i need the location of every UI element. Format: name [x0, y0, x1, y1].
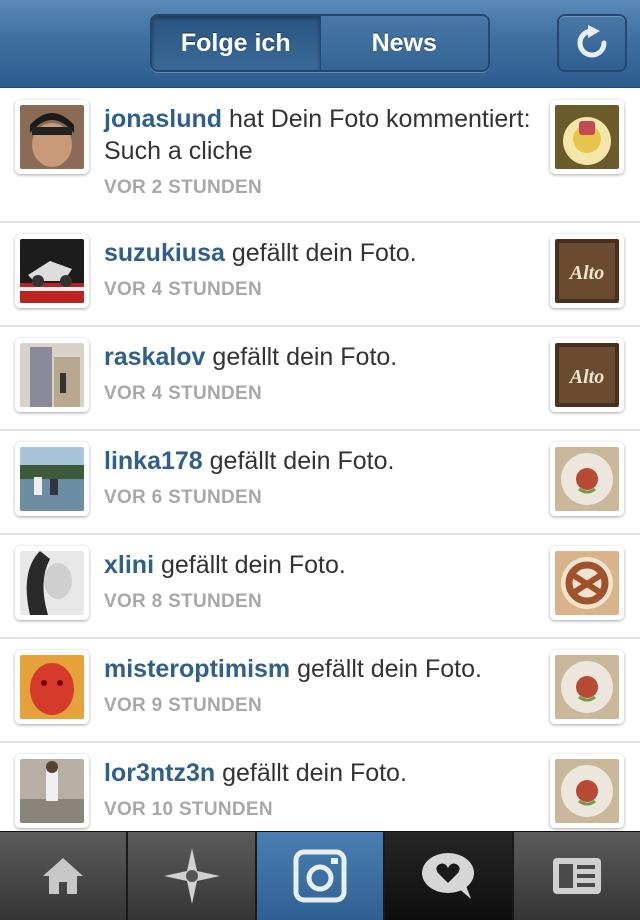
username-link[interactable]: xlini	[104, 551, 154, 579]
notification-text: misteroptimism gefällt dein Foto.	[104, 653, 534, 685]
username-link[interactable]: jonaslund	[104, 105, 222, 133]
plate-tomato-image	[555, 447, 619, 511]
notification-action: gefällt dein Foto.	[202, 447, 395, 475]
tab-explore[interactable]	[128, 832, 257, 920]
username-link[interactable]: misteroptimism	[104, 655, 290, 683]
avatar[interactable]	[15, 100, 89, 174]
tab-news[interactable]	[385, 832, 514, 920]
explore-icon	[163, 848, 220, 904]
notification-action: gefällt dein Foto.	[290, 655, 482, 683]
list-item[interactable]: misteroptimism gefällt dein Foto. VOR 9 …	[0, 639, 640, 743]
timestamp: VOR 8 STUNDEN	[104, 591, 263, 612]
header: Folge ich News	[0, 0, 640, 88]
alto-label: Alto	[568, 366, 604, 388]
avatar-linka178-image	[20, 447, 84, 511]
avatar-jonaslund-image	[20, 105, 84, 169]
camera-icon	[293, 849, 347, 903]
list-item[interactable]: linka178 gefällt dein Foto. VOR 6 STUNDE…	[0, 431, 640, 535]
list-item[interactable]: lor3ntz3n gefällt dein Foto. VOR 10 STUN…	[0, 743, 640, 831]
pretzel-image	[555, 551, 619, 615]
list-item[interactable]: jonaslund hat Dein Foto kommentiert: Suc…	[0, 89, 640, 223]
notification-action: gefällt dein Foto.	[224, 239, 417, 267]
tab-profile[interactable]	[513, 832, 640, 920]
alto-sign-image: Alto	[555, 343, 619, 407]
notification-action: gefällt dein Foto.	[154, 551, 346, 579]
alto-label: Alto	[568, 262, 604, 284]
refresh-icon	[577, 25, 607, 58]
photo-thumbnail[interactable]: Alto	[550, 338, 624, 412]
avatar[interactable]	[15, 442, 89, 516]
notification-text: lor3ntz3n gefällt dein Foto.	[104, 757, 534, 789]
timestamp: VOR 4 STUNDEN	[104, 383, 263, 404]
segment-news[interactable]: News	[319, 16, 488, 70]
segmented-control: Folge ich News	[150, 14, 490, 72]
timestamp: VOR 2 STUNDEN	[104, 177, 263, 198]
notification-text: linka178 gefällt dein Foto.	[104, 445, 534, 477]
notification-text: raskalov gefällt dein Foto.	[104, 341, 534, 373]
news-icon	[422, 853, 475, 899]
timestamp: VOR 4 STUNDEN	[104, 279, 263, 300]
list-item[interactable]: raskalov gefällt dein Foto. VOR 4 STUNDE…	[0, 327, 640, 431]
profile-icon	[552, 858, 601, 894]
timestamp: VOR 9 STUNDEN	[104, 695, 263, 716]
plate-tomato-image	[555, 759, 619, 823]
notification-action: gefällt dein Foto.	[205, 343, 398, 371]
timestamp: VOR 6 STUNDEN	[104, 487, 263, 508]
food-plate-image	[555, 105, 619, 169]
notification-action: gefällt dein Foto.	[215, 759, 407, 787]
tab-home[interactable]	[0, 832, 129, 920]
tab-camera[interactable]	[256, 832, 386, 920]
timestamp: VOR 10 STUNDEN	[104, 799, 273, 820]
avatar-xlini-image	[20, 551, 84, 615]
username-link[interactable]: suzukiusa	[104, 239, 225, 267]
list-item[interactable]: xlini gefällt dein Foto. VOR 8 STUNDEN	[0, 535, 640, 639]
news-feed: jonaslund hat Dein Foto kommentiert: Suc…	[0, 89, 640, 831]
avatar[interactable]	[15, 546, 89, 620]
username-link[interactable]: lor3ntz3n	[104, 759, 215, 787]
photo-thumbnail[interactable]	[550, 546, 624, 620]
photo-thumbnail[interactable]: Alto	[550, 234, 624, 308]
avatar-suzukiusa-image	[20, 239, 84, 303]
segment-folge-ich[interactable]: Folge ich	[152, 16, 320, 70]
alto-sign-image: Alto	[555, 239, 619, 303]
photo-thumbnail[interactable]	[550, 442, 624, 516]
plate-tomato-image	[555, 655, 619, 719]
avatar-raskalov-image	[20, 343, 84, 407]
username-link[interactable]: linka178	[104, 447, 203, 475]
notification-text: jonaslund hat Dein Foto kommentiert: Suc…	[104, 103, 534, 167]
avatar-misteroptimism-image	[20, 655, 84, 719]
photo-thumbnail[interactable]	[550, 754, 624, 828]
username-link[interactable]: raskalov	[104, 343, 205, 371]
notification-text: suzukiusa gefällt dein Foto.	[104, 237, 534, 269]
list-item[interactable]: suzukiusa gefällt dein Foto. VOR 4 STUND…	[0, 223, 640, 327]
avatar[interactable]	[15, 650, 89, 724]
photo-thumbnail[interactable]	[550, 650, 624, 724]
refresh-button[interactable]	[557, 14, 627, 72]
app: Folge ich News jonaslund hat Dein Foto k…	[0, 0, 640, 920]
avatar[interactable]	[15, 338, 89, 412]
notification-text: xlini gefällt dein Foto.	[104, 549, 534, 581]
tab-bar	[0, 831, 640, 920]
photo-thumbnail[interactable]	[550, 100, 624, 174]
home-icon	[43, 858, 84, 894]
avatar-lor3ntz3n-image	[20, 759, 84, 823]
avatar[interactable]	[15, 754, 89, 828]
avatar[interactable]	[15, 234, 89, 308]
